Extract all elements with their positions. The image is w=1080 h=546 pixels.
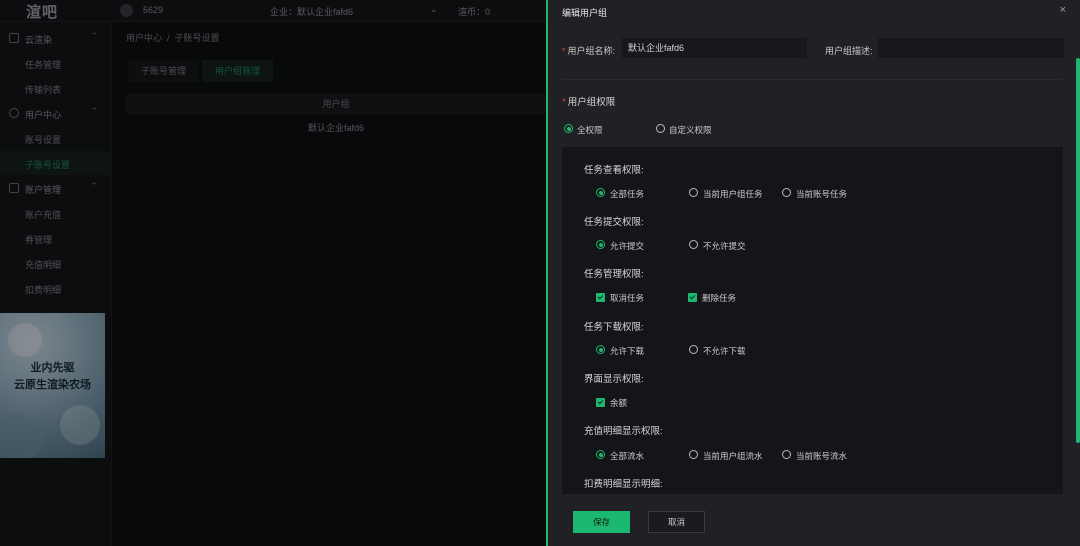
modal-overlay[interactable] [0, 0, 546, 546]
perm-title-task-manage: 任务管理权限: [584, 269, 644, 280]
divider [562, 79, 1062, 80]
radio-deny-download[interactable] [689, 345, 698, 354]
group-desc-input[interactable] [878, 38, 1064, 58]
required-mark: * [562, 46, 566, 56]
checkbox-delete-task[interactable] [688, 293, 697, 302]
radio-deny-submit[interactable] [689, 240, 698, 249]
perm-title-task-download: 任务下载权限: [584, 322, 644, 333]
group-permission-label-text: 用户组权限 [567, 97, 616, 108]
radio-label: 当前用户组任务 [703, 189, 763, 199]
radio-label: 当前账号流水 [796, 451, 848, 461]
radio-all-tasks[interactable] [596, 188, 605, 197]
radio-all-records[interactable] [596, 450, 605, 459]
radio-label: 全部流水 [610, 451, 645, 461]
perm-title-ui-display: 界面显示权限: [584, 374, 644, 385]
radio-label: 自定义权限 [669, 125, 712, 135]
perm-title-task-view: 任务查看权限: [584, 165, 644, 176]
checkbox-label: 删除任务 [702, 293, 737, 303]
radio-allow-download[interactable] [596, 345, 605, 354]
cancel-button[interactable]: 取消 [648, 511, 705, 533]
perm-title-deduction-detail: 扣费明细显示明细: [584, 479, 663, 490]
radio-account-records[interactable] [782, 450, 791, 459]
radio-group-tasks[interactable] [689, 188, 698, 197]
drawer-title: 编辑用户组 [562, 8, 608, 18]
group-name-label-text: 用户组名称: [567, 46, 616, 56]
radio-label: 当前用户组流水 [703, 451, 763, 461]
save-button[interactable]: 保存 [573, 511, 630, 533]
radio-allow-submit[interactable] [596, 240, 605, 249]
radio-label: 不允许下载 [703, 346, 746, 356]
radio-label: 不允许提交 [703, 241, 746, 251]
checkbox-cancel-task[interactable] [596, 293, 605, 302]
radio-label: 全部任务 [610, 189, 645, 199]
radio-account-tasks[interactable] [782, 188, 791, 197]
edit-usergroup-drawer: 编辑用户组 × * 用户组名称: 默认企业fafd6 用户组描述: * 用户组权限 … [546, 0, 1080, 546]
radio-label: 当前账号任务 [796, 189, 848, 199]
radio-label: 允许下载 [610, 346, 645, 356]
radio-group-records[interactable] [689, 450, 698, 459]
required-mark: * [562, 97, 566, 108]
close-icon[interactable]: × [1060, 4, 1066, 16]
group-desc-label: 用户组描述: [825, 46, 873, 56]
group-name-input[interactable]: 默认企业fafd6 [622, 38, 807, 58]
checkbox-label: 取消任务 [610, 293, 645, 303]
radio-full-permission[interactable] [564, 124, 573, 133]
radio-custom-permission[interactable] [656, 124, 665, 133]
radio-label: 允许提交 [610, 241, 645, 251]
drawer-scrollbar[interactable] [1076, 58, 1080, 443]
perm-title-task-submit: 任务提交权限: [584, 217, 644, 228]
perm-title-recharge-detail: 充值明细显示权限: [584, 426, 663, 437]
group-permission-label: * 用户组权限 [562, 94, 615, 108]
radio-label: 全权限 [577, 125, 603, 135]
checkbox-label: 余额 [610, 398, 628, 408]
permission-panel: 任务查看权限: 全部任务 当前用户组任务 当前账号任务 任务提交权限: 允许提交… [562, 147, 1063, 494]
checkbox-balance[interactable] [596, 398, 605, 407]
group-name-label: * 用户组名称: [562, 44, 615, 57]
